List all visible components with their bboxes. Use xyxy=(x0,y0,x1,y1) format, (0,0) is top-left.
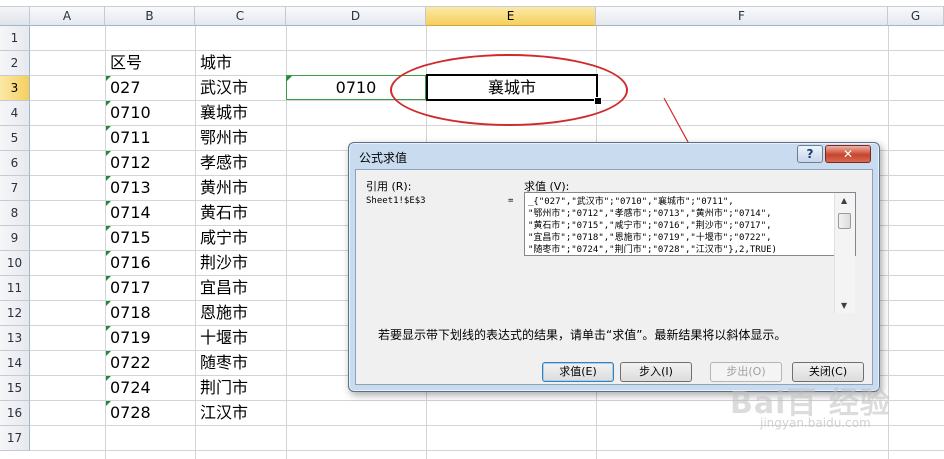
error-indicator-icon xyxy=(106,276,111,281)
cell-c12[interactable]: 恩施市 xyxy=(200,300,248,325)
cell-c4[interactable]: 襄城市 xyxy=(200,100,248,125)
dialog-title: 公式求值 xyxy=(359,151,408,165)
row-header-4[interactable]: 4 xyxy=(0,101,30,126)
error-indicator-icon xyxy=(106,101,111,106)
cell-b5[interactable]: 0711 xyxy=(110,125,151,150)
row-header-2[interactable]: 2 xyxy=(0,51,30,76)
column-header-g[interactable]: G xyxy=(888,7,944,26)
error-indicator-icon xyxy=(106,226,111,231)
row-header-6[interactable]: 6 xyxy=(0,151,30,176)
row-header-16[interactable]: 16 xyxy=(0,401,30,426)
cell-c2[interactable]: 城市 xyxy=(200,50,232,75)
evaluate-button[interactable]: 求值(E) xyxy=(542,362,614,382)
row-header-11[interactable]: 11 xyxy=(0,276,30,301)
row-header-9[interactable]: 9 xyxy=(0,226,30,251)
cell-c13[interactable]: 十堰市 xyxy=(200,325,248,350)
column-header-a[interactable]: A xyxy=(30,7,105,26)
cell-b12[interactable]: 0718 xyxy=(110,300,151,325)
evaluation-box[interactable]: _{"027","武汉市";"0710","襄城市";"0711", "鄂州市"… xyxy=(524,192,856,256)
evaluation-line: "随枣市";"0724","荆门市";"0728","江汉市"},2,TRUE) xyxy=(528,245,777,255)
error-indicator-icon xyxy=(106,301,111,306)
error-indicator-icon xyxy=(106,201,111,206)
instruction-text: 若要显示带下划线的表达式的结果，请单击“求值”。最新结果将以斜体显示。 xyxy=(378,328,787,342)
scroll-down-icon[interactable]: ▼ xyxy=(841,301,847,310)
cell-b15[interactable]: 0724 xyxy=(110,375,151,400)
reference-label: 引用 (R): xyxy=(366,180,412,193)
error-indicator-icon xyxy=(106,251,111,256)
error-indicator-icon xyxy=(106,151,111,156)
close-x-button[interactable]: ✕ xyxy=(825,145,871,163)
cell-b2[interactable]: 区号 xyxy=(110,50,142,75)
cell-b7[interactable]: 0713 xyxy=(110,175,151,200)
gridline xyxy=(30,50,944,51)
cell-c14[interactable]: 随枣市 xyxy=(200,350,248,375)
error-indicator-icon xyxy=(106,126,111,131)
row-header-8[interactable]: 8 xyxy=(0,201,30,226)
cell-c15[interactable]: 荆门市 xyxy=(200,375,248,400)
cell-b6[interactable]: 0712 xyxy=(110,150,151,175)
row-header-7[interactable]: 7 xyxy=(0,176,30,201)
error-indicator-icon xyxy=(106,326,111,331)
watermark-url: jingyan.baidu.com xyxy=(760,416,871,430)
row-header-5[interactable]: 5 xyxy=(0,126,30,151)
cell-c10[interactable]: 荆沙市 xyxy=(200,250,248,275)
row-header-15[interactable]: 15 xyxy=(0,376,30,401)
gridline xyxy=(195,26,196,459)
column-header-d[interactable]: D xyxy=(286,7,426,26)
row-header-12[interactable]: 12 xyxy=(0,301,30,326)
scroll-thumb[interactable] xyxy=(838,213,851,229)
error-indicator-icon xyxy=(106,351,111,356)
cell-b16[interactable]: 0728 xyxy=(110,400,151,425)
row-header-1[interactable]: 1 xyxy=(0,26,30,51)
cell-c6[interactable]: 孝感市 xyxy=(200,150,248,175)
cell-c16[interactable]: 江汉市 xyxy=(200,400,248,425)
row-header-17[interactable]: 17 xyxy=(0,426,30,451)
evaluation-scrollbar[interactable]: ▲ ▼ xyxy=(834,193,855,313)
row-header-13[interactable]: 13 xyxy=(0,326,30,351)
error-indicator-icon xyxy=(106,401,111,406)
column-header-e[interactable]: E xyxy=(426,7,596,26)
cell-c11[interactable]: 宜昌市 xyxy=(200,275,248,300)
select-all-corner[interactable] xyxy=(0,7,30,26)
row-header-3[interactable]: 3 xyxy=(0,76,30,101)
scroll-up-icon[interactable]: ▲ xyxy=(841,196,847,205)
error-indicator-icon xyxy=(106,176,111,181)
cell-b3[interactable]: 027 xyxy=(110,75,141,100)
cell-b10[interactable]: 0716 xyxy=(110,250,151,275)
row-header-14[interactable]: 14 xyxy=(0,351,30,376)
cell-b4[interactable]: 0710 xyxy=(110,100,151,125)
highlight-ellipse xyxy=(390,54,628,126)
ribbon-edge xyxy=(0,0,944,7)
cell-b13[interactable]: 0719 xyxy=(110,325,151,350)
cell-c9[interactable]: 咸宁市 xyxy=(200,225,248,250)
dialog-body: 引用 (R): Sheet1!$E$3 = 求值 (V): _{"027","武… xyxy=(355,169,873,385)
step-in-button[interactable]: 步入(I) xyxy=(620,362,692,382)
error-indicator-icon xyxy=(106,76,111,81)
column-header-b[interactable]: B xyxy=(105,7,195,26)
column-header-f[interactable]: F xyxy=(596,7,888,26)
cell-b9[interactable]: 0715 xyxy=(110,225,151,250)
cell-b11[interactable]: 0717 xyxy=(110,275,151,300)
error-indicator-icon xyxy=(106,376,111,381)
column-header-c[interactable]: C xyxy=(195,7,286,26)
equals-sign: = xyxy=(508,196,514,206)
gridline xyxy=(30,450,944,451)
cell-b14[interactable]: 0722 xyxy=(110,350,151,375)
evaluate-formula-dialog[interactable]: 公式求值 ? ✕ 引用 (R): Sheet1!$E$3 = 求值 (V): _… xyxy=(348,142,880,392)
cell-c7[interactable]: 黄州市 xyxy=(200,175,248,200)
help-button[interactable]: ? xyxy=(797,145,823,163)
cell-c3[interactable]: 武汉市 xyxy=(200,75,248,100)
cell-b8[interactable]: 0714 xyxy=(110,200,151,225)
row-header-10[interactable]: 10 xyxy=(0,251,30,276)
cell-c5[interactable]: 鄂州市 xyxy=(200,125,248,150)
gridline xyxy=(105,26,106,459)
cell-c8[interactable]: 黄石市 xyxy=(200,200,248,225)
reference-value: Sheet1!$E$3 xyxy=(366,196,426,206)
